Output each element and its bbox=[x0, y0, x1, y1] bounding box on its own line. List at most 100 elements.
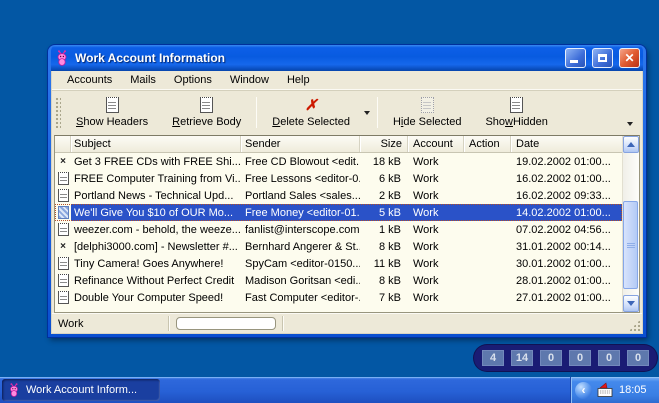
row-status-icon-cell bbox=[55, 206, 71, 219]
show-headers-button[interactable]: Show Headers bbox=[64, 93, 160, 132]
taskbar-button-work-account[interactable]: Work Account Inform... bbox=[2, 379, 160, 401]
taskbar-button-label: Work Account Inform... bbox=[26, 384, 138, 396]
column-header-size[interactable]: Size bbox=[360, 136, 408, 152]
table-row[interactable]: Refinance Without Perfect Credit Madison … bbox=[55, 272, 622, 289]
window-title: Work Account Information bbox=[75, 51, 225, 65]
toolbar-grip-handle[interactable] bbox=[55, 97, 61, 128]
menu-help[interactable]: Help bbox=[278, 72, 319, 89]
column-header-action[interactable]: Action bbox=[464, 136, 511, 152]
toolbar-overflow-button[interactable] bbox=[625, 122, 637, 126]
cell-account: Work bbox=[413, 240, 439, 253]
red-x-icon: ✗ bbox=[304, 95, 318, 114]
table-row[interactable]: weezer.com - behold, the weeze... fanlist… bbox=[55, 221, 622, 238]
hatch-icon bbox=[57, 206, 69, 219]
cell-account: Work bbox=[413, 223, 439, 236]
retrieve-body-button[interactable]: Retrieve Body bbox=[160, 93, 253, 132]
mail-count-badge: 14 bbox=[511, 350, 533, 366]
x-mark-icon: × bbox=[60, 241, 66, 252]
cell-account: Work bbox=[413, 155, 439, 168]
notes-icon bbox=[510, 97, 524, 113]
scroll-down-button[interactable] bbox=[623, 295, 639, 312]
show-hidden-button[interactable]: Sho w Hidden bbox=[473, 93, 559, 132]
cell-subject: Get 3 FREE CDs with FREE Shi... bbox=[74, 155, 241, 168]
tray-collapse-button[interactable]: ‹ bbox=[575, 381, 592, 399]
cell-size: 8 kB bbox=[378, 274, 401, 287]
column-header-subject[interactable]: Subject bbox=[71, 136, 241, 152]
cell-subject: weezer.com - behold, the weeze... bbox=[74, 223, 241, 236]
mail-checker-tray-icon[interactable] bbox=[596, 382, 614, 398]
menu-mails[interactable]: Mails bbox=[121, 72, 165, 89]
column-header-account[interactable]: Account bbox=[408, 136, 464, 152]
column-header-date[interactable]: Date bbox=[511, 136, 622, 152]
vertical-scrollbar[interactable] bbox=[622, 136, 639, 312]
chevron-down-icon bbox=[627, 122, 633, 126]
cell-sender: Portland Sales <sales... bbox=[245, 189, 360, 202]
mail-count-badge: 0 bbox=[627, 350, 649, 366]
menu-window[interactable]: Window bbox=[221, 72, 278, 89]
column-header-icon[interactable] bbox=[55, 136, 71, 152]
cell-account: Work bbox=[413, 274, 439, 287]
pink-mouse-icon bbox=[7, 383, 21, 397]
maximize-button[interactable] bbox=[592, 48, 613, 68]
table-row[interactable]: Portland News - Technical Upd... Portland… bbox=[55, 187, 622, 204]
table-row[interactable]: × Get 3 FREE CDs with FREE Shi... Free CD … bbox=[55, 153, 622, 170]
cell-size: 7 kB bbox=[378, 291, 401, 304]
cell-account: Work bbox=[413, 189, 439, 202]
scrollbar-track[interactable] bbox=[623, 153, 639, 295]
mail-list-rows: × Get 3 FREE CDs with FREE Shi... Free CD … bbox=[55, 153, 622, 312]
toolbar-separator bbox=[376, 97, 378, 128]
delete-selected-dropdown-button[interactable] bbox=[362, 93, 374, 132]
column-header-sender[interactable]: Sender bbox=[241, 136, 360, 152]
taskbar-clock[interactable]: 18:05 bbox=[619, 384, 647, 396]
note-icon bbox=[57, 274, 69, 287]
row-status-icon-cell bbox=[55, 223, 71, 236]
cell-size: 6 kB bbox=[378, 172, 401, 185]
scrollbar-thumb[interactable] bbox=[623, 201, 638, 289]
menu-options[interactable]: Options bbox=[165, 72, 221, 89]
menubar: Accounts Mails Options Window Help bbox=[52, 71, 642, 90]
cell-subject: We'll Give You $10 of OUR Mo... bbox=[71, 204, 241, 221]
cell-date: 28.01.2002 01:00... bbox=[516, 274, 611, 287]
table-row[interactable]: FREE Computer Training from Vi... Free Le… bbox=[55, 170, 622, 187]
note-icon bbox=[57, 291, 69, 304]
close-icon: ✕ bbox=[624, 51, 635, 65]
cell-size: 1 kB bbox=[378, 223, 401, 236]
table-row[interactable]: Tiny Camera! Goes Anywhere! SpyCam <edito… bbox=[55, 255, 622, 272]
cell-date: 27.01.2002 01:00... bbox=[516, 291, 611, 304]
arrow-up-icon bbox=[627, 142, 635, 147]
cell-account: Work bbox=[413, 257, 439, 270]
mail-count-badge: 0 bbox=[569, 350, 591, 366]
chevron-left-icon: ‹ bbox=[581, 383, 586, 397]
row-status-icon-cell bbox=[55, 189, 71, 202]
mail-count-badge: 0 bbox=[598, 350, 620, 366]
hide-selected-button[interactable]: Hi de Selected bbox=[381, 93, 474, 132]
delete-selected-button[interactable]: ✗ Delete Selected bbox=[260, 93, 362, 132]
cell-sender: Free CD Blowout <edit... bbox=[245, 155, 360, 168]
mail-list-header: Subject Sender Size Account Action Date bbox=[55, 136, 622, 153]
row-status-icon-cell bbox=[55, 291, 71, 304]
titlebar[interactable]: Work Account Information ✕ bbox=[51, 45, 643, 71]
cell-account: Work bbox=[408, 204, 464, 221]
mail-count-badge: 0 bbox=[540, 350, 562, 366]
toolbar: Show Headers Retrieve Body ✗ Delete Sele… bbox=[52, 90, 642, 134]
cell-sender: SpyCam <editor-0150... bbox=[245, 257, 360, 270]
menu-accounts[interactable]: Accounts bbox=[58, 72, 121, 89]
cell-size: 18 kB bbox=[372, 155, 401, 168]
app-icon pink-mouse-icon bbox=[54, 50, 70, 66]
notes-disabled-icon bbox=[420, 97, 434, 113]
table-row[interactable]: Double Your Computer Speed! Fast Computer… bbox=[55, 289, 622, 306]
cell-sender: Madison Goritsan <edi... bbox=[245, 274, 360, 287]
progress-bar bbox=[176, 317, 276, 330]
cell-subject: FREE Computer Training from Vi... bbox=[74, 172, 241, 185]
scroll-up-button[interactable] bbox=[623, 136, 639, 153]
table-row[interactable]: We'll Give You $10 of OUR Mo... Free Mone… bbox=[55, 204, 622, 221]
resize-grip[interactable] bbox=[628, 319, 641, 332]
close-button[interactable]: ✕ bbox=[619, 48, 640, 68]
toolbar-separator bbox=[256, 97, 258, 128]
mail-counts-panel: 4 14 0 0 0 0 bbox=[474, 345, 657, 371]
cell-account: Work bbox=[413, 172, 439, 185]
minimize-button[interactable] bbox=[565, 48, 586, 68]
cell-size: 8 kB bbox=[378, 240, 401, 253]
table-row[interactable]: × [delphi3000.com] - Newsletter #... Bernh… bbox=[55, 238, 622, 255]
cell-date: 16.02.2002 09:33... bbox=[516, 189, 611, 202]
